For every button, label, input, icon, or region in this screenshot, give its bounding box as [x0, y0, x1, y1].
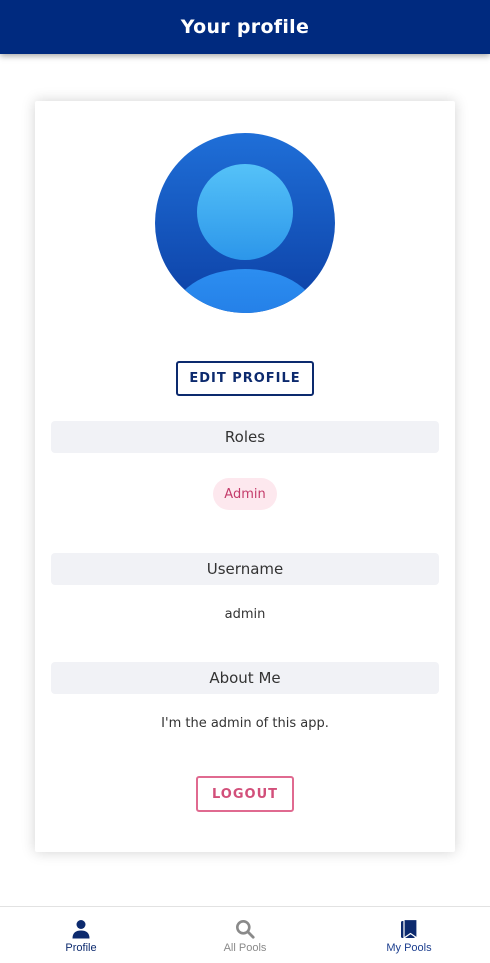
role-chip-admin: Admin — [213, 478, 277, 510]
top-app-bar: Your profile — [0, 0, 490, 54]
nav-label-profile: Profile — [65, 942, 97, 954]
nav-label-all-pools: All Pools — [223, 942, 267, 954]
logout-button[interactable]: LOGOUT — [196, 776, 294, 812]
edit-profile-button[interactable]: EDIT PROFILE — [176, 361, 314, 396]
bottom-navigation: Profile All Pools My Pools — [0, 906, 490, 963]
roles-heading: Roles — [51, 421, 439, 453]
nav-item-my-pools[interactable]: My Pools — [349, 907, 469, 963]
page-title: Your profile — [180, 16, 310, 38]
username-value: admin — [224, 607, 266, 622]
nav-item-all-pools[interactable]: All Pools — [185, 907, 305, 963]
profile-card: EDIT PROFILE Roles Admin Username admin … — [35, 101, 455, 852]
about-heading: About Me — [51, 662, 439, 694]
user-icon — [72, 920, 90, 939]
username-heading: Username — [51, 553, 439, 585]
nav-label-my-pools: My Pools — [386, 942, 432, 954]
about-value: I'm the admin of this app. — [161, 716, 329, 731]
user-avatar-icon — [155, 133, 335, 313]
bookmark-icon — [401, 919, 418, 939]
nav-item-profile[interactable]: Profile — [21, 907, 141, 963]
search-icon — [236, 920, 255, 939]
avatar — [155, 133, 335, 313]
app-root: Your profile EDIT PROFILE Roles Admin Us… — [0, 0, 490, 963]
